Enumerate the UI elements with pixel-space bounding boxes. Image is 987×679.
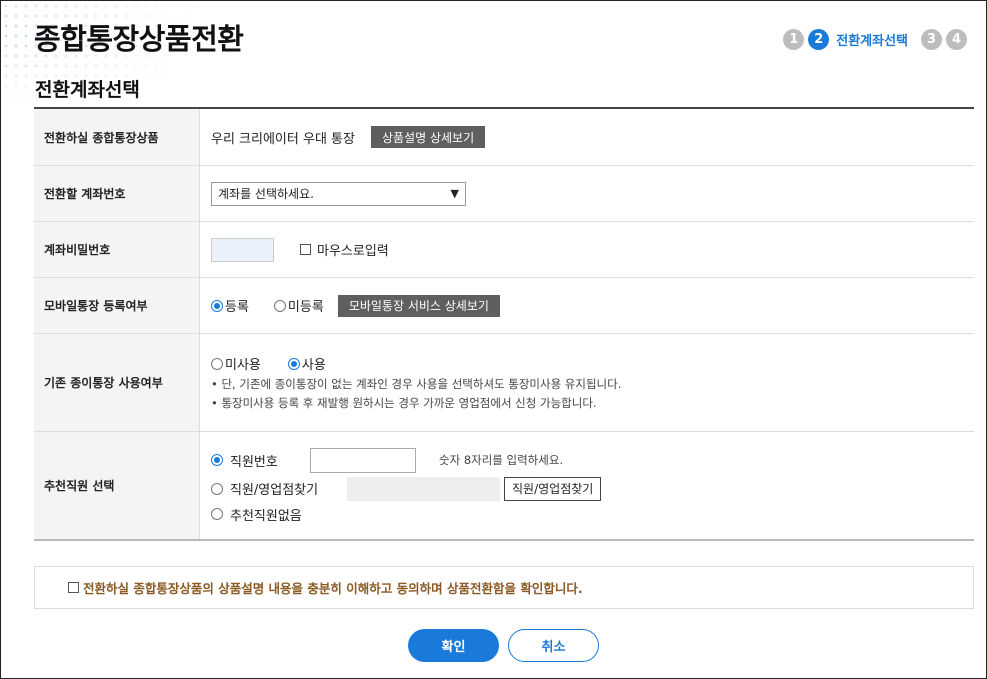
row-account: 전환할 계좌번호 계좌를 선택하세요. ▼ xyxy=(34,166,974,222)
product-detail-button[interactable]: 상품설명 상세보기 xyxy=(370,126,486,148)
mobile-unregister-label: 미등록 xyxy=(287,300,324,315)
row-paper-passbook: 기존 종이통장 사용여부 미사용 사용 • 단, 기존에 종이통장이 없는 계좌… xyxy=(34,334,974,432)
password-input[interactable] xyxy=(211,237,274,262)
mobile-register-label: 등록 xyxy=(225,300,249,315)
agreement-text: 전환하실 종합통장상품의 상품설명 내용을 충분히 이해하고 동의하며 상품전환… xyxy=(83,581,583,596)
row-product: 전환하실 종합통장상품 우리 크리에이터 우대 통장 상품설명 상세보기 xyxy=(34,109,974,166)
employee-no-label: 직원번호 xyxy=(230,454,278,470)
page-frame: 종합통장상품전환 1 2 전환계좌선택 3 4 전환계좌선택 전환하실 종합통장… xyxy=(0,0,987,679)
agreement-checkbox[interactable] xyxy=(68,582,79,593)
row-mobile: 모바일통장 등록여부 등록 미등록 모바일통장 서비스 상세보기 xyxy=(34,278,974,334)
product-label: 전환하실 종합통장상품 xyxy=(34,109,200,165)
paper-unused-label: 미사용 xyxy=(225,358,261,373)
confirm-button[interactable]: 확인 xyxy=(408,629,499,662)
mobile-unregister-radio[interactable] xyxy=(273,299,286,312)
no-recommender-radio[interactable] xyxy=(211,508,223,520)
row-recommender: 추천직원 선택 직원번호 숫자 8자리를 입력하세요. 직원/영업점찾기 직원/… xyxy=(34,432,974,541)
conversion-form: 전환하실 종합통장상품 우리 크리에이터 우대 통장 상품설명 상세보기 전환할… xyxy=(34,107,974,541)
find-radio[interactable] xyxy=(211,482,223,495)
employee-no-input[interactable] xyxy=(310,447,416,473)
row-password: 계좌비밀번호 마우스로입력 xyxy=(34,222,974,278)
step-2: 2 xyxy=(808,29,830,50)
page-title: 종합통장상품전환 xyxy=(34,22,244,56)
mobile-register-radio[interactable] xyxy=(211,299,223,312)
account-label: 전환할 계좌번호 xyxy=(34,166,200,221)
paper-used-radio[interactable] xyxy=(287,357,300,370)
find-employee-button[interactable]: 직원/영업점찾기 xyxy=(504,476,602,501)
mouse-input-checkbox[interactable] xyxy=(300,244,311,255)
account-select-value: 계좌를 선택하세요. xyxy=(218,187,314,201)
employee-no-radio[interactable] xyxy=(211,454,223,466)
no-recommender-label: 추천직원없음 xyxy=(230,508,302,524)
find-label: 직원/영업점찾기 xyxy=(230,483,319,498)
account-select[interactable]: 계좌를 선택하세요. ▼ xyxy=(211,181,466,206)
paper-used-label: 사용 xyxy=(301,358,326,373)
step-indicator: 1 2 전환계좌선택 3 4 xyxy=(783,29,967,50)
mouse-input-label: 마우스로입력 xyxy=(317,244,389,259)
paper-note-1: • 단, 기존에 종이통장이 없는 계좌인 경우 사용을 선택하셔도 통장미사용… xyxy=(211,377,622,391)
mobile-label: 모바일통장 등록여부 xyxy=(34,278,200,333)
recommender-label: 추천직원 선택 xyxy=(34,432,200,539)
section-title: 전환계좌선택 xyxy=(35,79,140,101)
cancel-button[interactable]: 취소 xyxy=(508,629,599,662)
mobile-service-detail-button[interactable]: 모바일통장 서비스 상세보기 xyxy=(337,294,500,317)
password-label: 계좌비밀번호 xyxy=(34,222,200,277)
step-1: 1 xyxy=(783,29,805,50)
paper-label: 기존 종이통장 사용여부 xyxy=(34,334,200,431)
paper-unused-radio[interactable] xyxy=(211,357,223,370)
paper-note-2: • 통장미사용 등록 후 재발행 원하시는 경우 가까운 영업점에서 신청 가능… xyxy=(211,396,597,410)
employee-no-hint: 숫자 8자리를 입력하세요. xyxy=(439,453,564,467)
product-name: 우리 크리에이터 우대 통장 xyxy=(211,131,355,147)
step-2-label: 전환계좌선택 xyxy=(836,34,908,49)
find-result-field xyxy=(347,476,500,501)
agreement-box: 전환하실 종합통장상품의 상품설명 내용을 충분히 이해하고 동의하며 상품전환… xyxy=(34,566,974,609)
chevron-down-icon: ▼ xyxy=(450,187,459,200)
step-4: 4 xyxy=(946,29,967,50)
step-3: 3 xyxy=(921,29,942,50)
